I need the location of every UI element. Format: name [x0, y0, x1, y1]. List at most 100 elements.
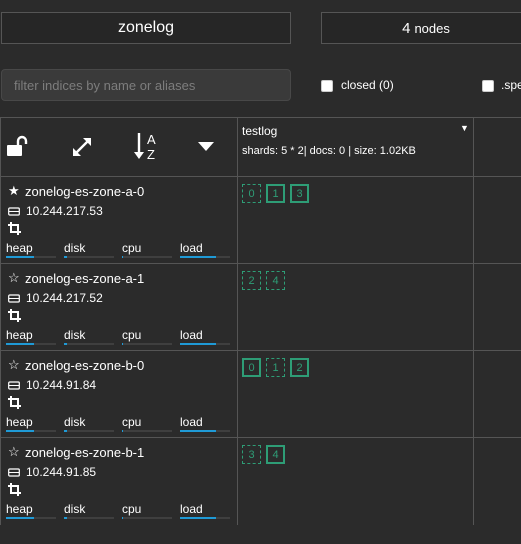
nodes-label: nodes: [414, 20, 450, 36]
metric-label: load: [180, 241, 203, 255]
metric-bar-fill: [180, 517, 216, 519]
metric-bar: [180, 256, 230, 258]
primary-shard[interactable]: 2: [290, 358, 309, 377]
special-indices-checkbox[interactable]: [482, 80, 494, 92]
hard-drive-icon: [8, 294, 20, 303]
node-name[interactable]: zonelog-es-zone-b-1: [25, 445, 144, 460]
primary-shard[interactable]: 4: [266, 445, 285, 464]
dropdown-caret-icon[interactable]: [198, 142, 214, 152]
primary-shard[interactable]: 0: [242, 358, 261, 377]
replica-shard[interactable]: 2: [242, 271, 261, 290]
metric-bar: [122, 343, 172, 345]
metric-disk: disk: [64, 415, 114, 432]
node-name[interactable]: zonelog-es-zone-b-0: [25, 358, 144, 373]
metric-label: disk: [64, 502, 86, 516]
metric-label: cpu: [122, 241, 142, 255]
node-ip: 10.244.91.85: [26, 465, 97, 479]
metric-heap: heap: [6, 328, 56, 345]
node-ip: 10.244.91.84: [26, 378, 97, 392]
metric-bar-fill: [64, 517, 67, 519]
closed-indices-checkbox[interactable]: [321, 80, 333, 92]
metric-bar-fill: [64, 343, 67, 345]
metric-label: heap: [6, 502, 33, 516]
metric-disk: disk: [64, 241, 114, 258]
metric-label: cpu: [122, 502, 142, 516]
metric-bar-fill: [6, 430, 34, 432]
metric-label: heap: [6, 241, 33, 255]
metric-bar: [180, 430, 230, 432]
crop-icon[interactable]: [8, 222, 21, 240]
metric-bar: [122, 430, 172, 432]
metric-disk: disk: [64, 328, 114, 345]
metric-bar: [6, 430, 56, 432]
metric-bar-fill: [122, 343, 123, 345]
crop-icon[interactable]: [8, 396, 21, 414]
node-row: ☆ zonelog-es-zone-b-1 10.244.91.85 heap disk…: [0, 438, 237, 524]
metric-bar-fill: [180, 343, 216, 345]
metric-cpu: cpu: [122, 241, 172, 258]
star-outline-icon: ☆: [8, 444, 20, 459]
primary-shard[interactable]: 1: [266, 184, 285, 203]
crop-icon[interactable]: [8, 483, 21, 501]
metric-disk: disk: [64, 502, 114, 519]
metric-bar: [122, 517, 172, 519]
replica-shard[interactable]: 1: [266, 358, 285, 377]
metric-load: load: [180, 328, 230, 345]
metric-bar: [122, 256, 172, 258]
shard-list: 24: [242, 271, 290, 290]
node-row: ★ zonelog-es-zone-a-0 10.244.217.53 heap dis…: [0, 177, 237, 263]
replica-shard[interactable]: 4: [266, 271, 285, 290]
index-name[interactable]: testlog: [242, 124, 277, 138]
unlock-icon[interactable]: [6, 135, 30, 157]
metric-bar-fill: [6, 517, 34, 519]
metric-label: load: [180, 502, 203, 516]
metric-bar: [64, 343, 114, 345]
metric-bar-fill: [64, 430, 67, 432]
node-name[interactable]: zonelog-es-zone-a-1: [25, 271, 144, 286]
index-menu-caret-icon[interactable]: ▼: [460, 123, 469, 133]
nodes-count-box[interactable]: 4 nodes: [321, 12, 521, 44]
index-stats: shards: 5 * 2| docs: 0 | size: 1.02KB: [242, 145, 416, 157]
star-outline-icon: ☆: [8, 357, 20, 372]
metric-heap: heap: [6, 415, 56, 432]
metric-load: load: [180, 502, 230, 519]
star-outline-icon: ☆: [8, 270, 20, 285]
metric-bar-fill: [64, 256, 67, 258]
divider: [473, 117, 474, 525]
metric-label: load: [180, 328, 203, 342]
expand-icon[interactable]: [70, 135, 94, 159]
crop-icon[interactable]: [8, 309, 21, 327]
divider: [0, 117, 521, 118]
primary-shard[interactable]: 3: [290, 184, 309, 203]
metric-bar: [6, 343, 56, 345]
metric-cpu: cpu: [122, 502, 172, 519]
metric-cpu: cpu: [122, 328, 172, 345]
closed-indices-label: closed (0): [341, 78, 394, 92]
replica-shard[interactable]: 0: [242, 184, 261, 203]
metric-bar: [180, 517, 230, 519]
node-row: ☆ zonelog-es-zone-b-0 10.244.91.84 heap disk…: [0, 351, 237, 437]
metric-heap: heap: [6, 502, 56, 519]
shard-list: 012: [242, 358, 314, 377]
hard-drive-icon: [8, 381, 20, 390]
master-star-icon: ★: [8, 183, 20, 198]
sort-alpha-icon[interactable]: AZ: [134, 131, 160, 161]
metric-label: disk: [64, 415, 86, 429]
divider: [237, 117, 238, 525]
replica-shard[interactable]: 3: [242, 445, 261, 464]
cluster-name-box[interactable]: zonelog: [1, 12, 291, 44]
svg-text:Z: Z: [147, 147, 155, 161]
shard-list: 34: [242, 445, 290, 464]
metric-label: cpu: [122, 328, 142, 342]
cluster-name: zonelog: [117, 19, 175, 36]
metric-label: disk: [64, 241, 86, 255]
metric-bar: [64, 256, 114, 258]
filter-indices-input[interactable]: [1, 69, 291, 101]
nodes-count: 4: [402, 19, 411, 37]
metric-bar-fill: [122, 256, 123, 258]
metric-load: load: [180, 415, 230, 432]
metric-label: cpu: [122, 415, 142, 429]
cluster-overview-grid: AZ testlog shards: 5 * 2| docs: 0 | size…: [0, 117, 521, 527]
node-name[interactable]: zonelog-es-zone-a-0: [25, 184, 144, 199]
metric-bar: [64, 517, 114, 519]
